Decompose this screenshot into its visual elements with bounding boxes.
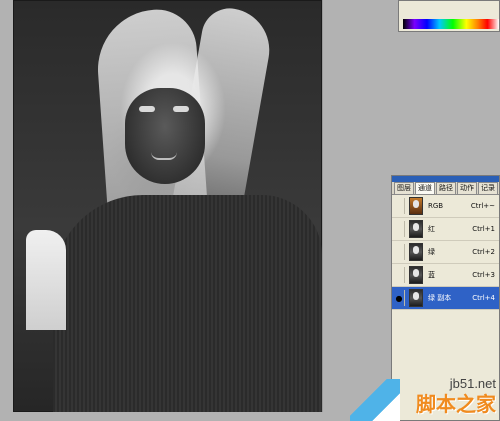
visibility-toggle[interactable] bbox=[394, 244, 405, 260]
image-eye-left bbox=[139, 106, 155, 112]
channel-thumbnail bbox=[409, 289, 423, 307]
channel-row-red[interactable]: 红 Ctrl+1 bbox=[392, 218, 499, 241]
channel-shortcut: Ctrl+1 bbox=[472, 225, 495, 233]
channel-name: 绿 副本 bbox=[428, 294, 452, 302]
photoshop-workspace: 图层 通道 路径 动作 记录 RGB Ctrl+~ 红 Ctrl+1 绿 Ctr… bbox=[0, 0, 500, 421]
channel-row-blue[interactable]: 蓝 Ctrl+3 bbox=[392, 264, 499, 287]
color-spectrum-bar[interactable] bbox=[403, 19, 499, 29]
image-mouth bbox=[151, 152, 177, 160]
channel-name: 红 bbox=[428, 225, 435, 233]
channel-thumbnail bbox=[409, 220, 423, 238]
color-palette[interactable] bbox=[398, 0, 500, 32]
channel-list: RGB Ctrl+~ 红 Ctrl+1 绿 Ctrl+2 蓝 Ctrl+3 ● … bbox=[392, 195, 499, 310]
site-watermark: jb51.net 脚本之家 bbox=[350, 361, 500, 421]
tab-channels[interactable]: 通道 bbox=[415, 182, 435, 194]
channel-shortcut: Ctrl+3 bbox=[472, 271, 495, 279]
channel-name: 蓝 bbox=[428, 271, 435, 279]
channel-name: 绿 bbox=[428, 248, 435, 256]
watermark-site-name: 脚本之家 bbox=[416, 392, 496, 416]
channel-row-green-copy[interactable]: ● 绿 副本 Ctrl+4 bbox=[392, 287, 499, 310]
document-canvas[interactable] bbox=[13, 0, 323, 412]
image-eye-right bbox=[173, 106, 189, 112]
channel-shortcut: Ctrl+~ bbox=[470, 202, 495, 210]
image-face bbox=[125, 88, 205, 184]
channel-shortcut: Ctrl+4 bbox=[472, 294, 495, 302]
visibility-toggle[interactable] bbox=[394, 198, 405, 214]
channel-shortcut: Ctrl+2 bbox=[472, 248, 495, 256]
visibility-toggle[interactable] bbox=[394, 267, 405, 283]
channel-thumbnail bbox=[409, 197, 423, 215]
image-sweater bbox=[53, 195, 322, 412]
tab-actions[interactable]: 动作 bbox=[457, 182, 477, 194]
tab-history[interactable]: 记录 bbox=[478, 182, 498, 194]
channel-name: RGB bbox=[428, 202, 444, 210]
visibility-toggle[interactable] bbox=[394, 221, 405, 237]
tab-layers[interactable]: 图层 bbox=[394, 182, 414, 194]
eye-icon: ● bbox=[395, 293, 403, 303]
visibility-toggle[interactable]: ● bbox=[394, 290, 405, 306]
watermark-flag-graphic bbox=[350, 379, 400, 421]
image-background-highlight bbox=[26, 230, 66, 330]
tab-paths[interactable]: 路径 bbox=[436, 182, 456, 194]
channel-thumbnail bbox=[409, 243, 423, 261]
channel-row-green[interactable]: 绿 Ctrl+2 bbox=[392, 241, 499, 264]
palette-tabs: 图层 通道 路径 动作 记录 bbox=[392, 182, 499, 195]
channel-row-rgb[interactable]: RGB Ctrl+~ bbox=[392, 195, 499, 218]
channel-thumbnail bbox=[409, 266, 423, 284]
